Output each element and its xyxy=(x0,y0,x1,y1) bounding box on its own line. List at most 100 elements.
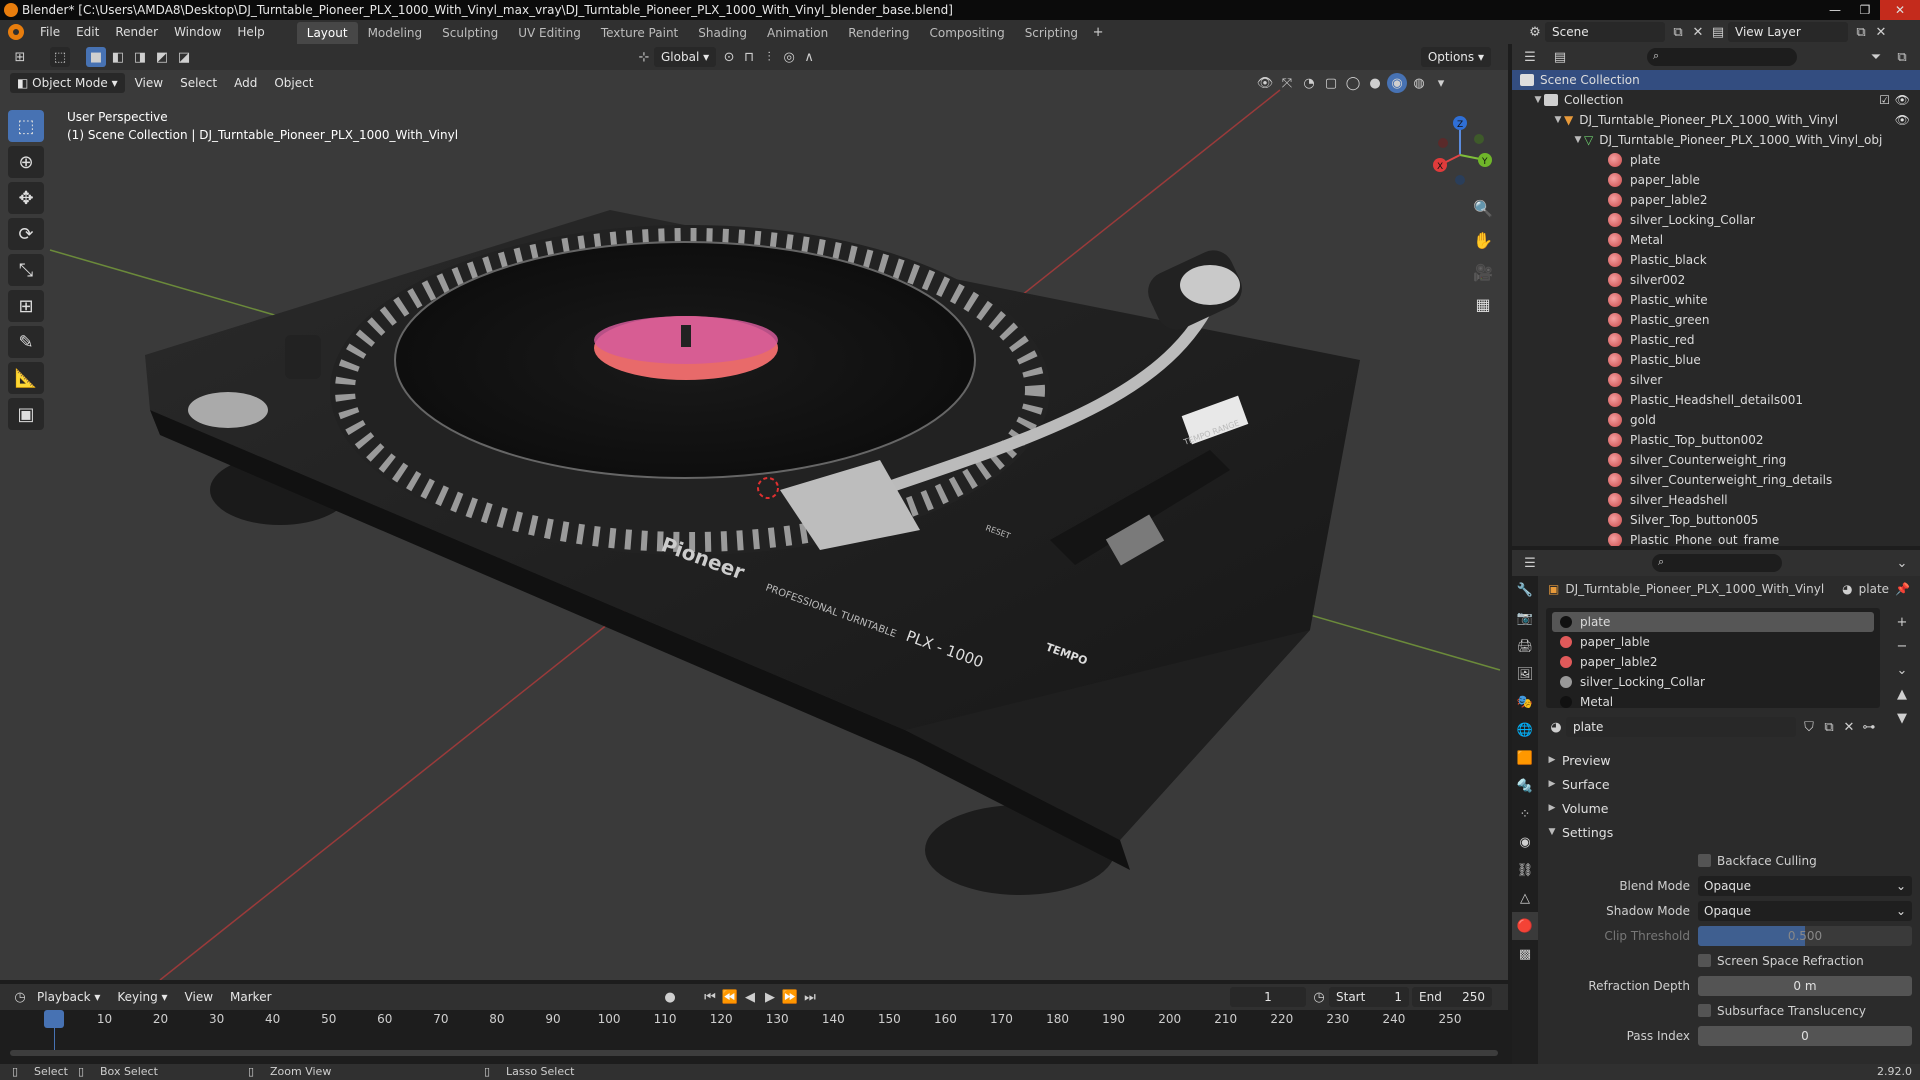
backface-culling-row[interactable]: Backface Culling xyxy=(1538,848,1920,873)
properties-editor-icon[interactable]: ☰ xyxy=(1520,553,1540,573)
outliner-material-item[interactable]: Silver_Top_button005 xyxy=(1512,510,1920,530)
remove-slot-icon[interactable]: − xyxy=(1892,636,1912,656)
object-tab-icon[interactable]: 🟧 xyxy=(1512,744,1538,772)
outliner-material-item[interactable]: silver002 xyxy=(1512,270,1920,290)
expand-icon[interactable]: ▼ xyxy=(1532,95,1544,105)
scene-selector[interactable]: Scene xyxy=(1545,22,1665,42)
material-slot-item[interactable]: silver_Locking_Collar xyxy=(1552,672,1874,692)
select-new-icon[interactable]: ■ xyxy=(86,47,106,67)
outliner-material-item[interactable]: paper_lable xyxy=(1512,170,1920,190)
gizmo-icon[interactable]: ⤧ xyxy=(1277,73,1297,93)
eye-icon[interactable]: 👁 xyxy=(1895,113,1910,127)
add-workspace-icon[interactable]: + xyxy=(1088,22,1108,42)
outliner-material-item[interactable]: silver_Counterweight_ring xyxy=(1512,450,1920,470)
play-reverse-icon[interactable]: ◀ xyxy=(740,987,760,1007)
backface-culling-checkbox[interactable] xyxy=(1698,854,1711,867)
unlink-material-icon[interactable]: ✕ xyxy=(1839,717,1859,737)
material-shading-icon[interactable]: ◉ xyxy=(1387,73,1407,93)
jump-start-icon[interactable]: ⏮ xyxy=(700,987,720,1007)
camera-icon[interactable]: 🎥 xyxy=(1470,259,1496,285)
outliner-material-item[interactable]: Plastic_black xyxy=(1512,250,1920,270)
outliner-scene-collection[interactable]: Scene Collection xyxy=(1512,70,1920,90)
material-name-field[interactable]: plate xyxy=(1566,717,1796,737)
snap-icon[interactable]: ⊓ xyxy=(739,47,759,67)
properties-search-input[interactable]: ⌕ xyxy=(1652,554,1782,572)
duplicate-material-icon[interactable]: ⧉ xyxy=(1819,717,1839,737)
material-tab-icon[interactable]: 🔴 xyxy=(1512,912,1538,940)
checkbox-icon[interactable]: ☑ xyxy=(1879,93,1890,107)
outliner-material-item[interactable]: Plastic_Headshell_details001 xyxy=(1512,390,1920,410)
overlay-icon[interactable]: ◔ xyxy=(1299,73,1319,93)
timeline-editor-icon[interactable]: ◷ xyxy=(10,987,30,1007)
marker-menu[interactable]: Marker xyxy=(223,987,278,1007)
solid-shading-icon[interactable]: ● xyxy=(1365,73,1385,93)
tab-modeling[interactable]: Modeling xyxy=(358,22,433,44)
select-menu[interactable]: Select xyxy=(173,73,224,93)
rotate-tool[interactable]: ⟳ xyxy=(8,218,44,250)
timeline-area[interactable]: 1102030405060708090100110120130140150160… xyxy=(0,1010,1508,1064)
outliner-material-item[interactable]: Plastic_white xyxy=(1512,290,1920,310)
tab-layout[interactable]: Layout xyxy=(296,22,358,44)
tab-shading[interactable]: Shading xyxy=(688,22,757,44)
scale-tool[interactable]: ⤡ xyxy=(8,254,44,286)
view-menu[interactable]: View xyxy=(128,73,170,93)
material-slot-item[interactable]: paper_lable xyxy=(1552,632,1874,652)
sss-checkbox[interactable] xyxy=(1698,1004,1711,1017)
texture-tab-icon[interactable]: ▩ xyxy=(1512,940,1538,968)
blend-mode-dropdown[interactable]: Opaque ⌄ xyxy=(1698,875,1912,896)
select-extend-icon[interactable]: ◧ xyxy=(108,47,128,67)
chevron-down-icon[interactable]: ⌄ xyxy=(1892,553,1912,573)
rendered-shading-icon[interactable]: ◍ xyxy=(1409,73,1429,93)
modifier-tab-icon[interactable]: 🔩 xyxy=(1512,772,1538,800)
transform-tool[interactable]: ⊞ xyxy=(8,290,44,322)
new-collection-icon[interactable]: ⧉ xyxy=(1892,47,1912,67)
eye-icon[interactable]: 👁 xyxy=(1895,93,1910,107)
wireframe-shading-icon[interactable]: ◯ xyxy=(1343,73,1363,93)
expand-icon[interactable]: ▼ xyxy=(1552,115,1564,125)
pin-icon[interactable]: 📌 xyxy=(1895,582,1910,596)
timeline-view-menu[interactable]: View xyxy=(178,987,220,1007)
expand-icon[interactable]: ▼ xyxy=(1572,135,1584,145)
refraction-depth-field[interactable]: 0 m xyxy=(1698,975,1912,996)
cursor-tool[interactable]: ⊕ xyxy=(8,146,44,178)
tab-compositing[interactable]: Compositing xyxy=(919,22,1014,44)
move-up-icon[interactable]: ▲ xyxy=(1892,684,1912,704)
delete-view-layer-icon[interactable]: ✕ xyxy=(1871,22,1891,42)
visibility-icon[interactable]: 👁 xyxy=(1255,73,1275,93)
material-slot-item[interactable]: Metal xyxy=(1552,692,1874,712)
shadow-mode-dropdown[interactable]: Opaque ⌄ xyxy=(1698,900,1912,921)
output-tab-icon[interactable]: 🖨 xyxy=(1512,632,1538,660)
tab-animation[interactable]: Animation xyxy=(757,22,838,44)
ssr-checkbox[interactable] xyxy=(1698,954,1711,967)
outliner-material-item[interactable]: silver xyxy=(1512,370,1920,390)
current-frame-field[interactable]: 1 xyxy=(1230,987,1306,1007)
3d-viewport[interactable]: Pioneer PROFESSIONAL TURNTABLE PLX - 100… xyxy=(0,70,1508,980)
prev-keyframe-icon[interactable]: ⏪ xyxy=(720,987,740,1007)
panel-settings[interactable]: ▼ Settings xyxy=(1538,820,1920,844)
next-keyframe-icon[interactable]: ⏩ xyxy=(780,987,800,1007)
blender-logo-icon[interactable] xyxy=(8,24,24,40)
record-icon[interactable]: ● xyxy=(660,987,680,1007)
display-mode-icon[interactable]: ▤ xyxy=(1550,47,1570,67)
editor-type-icon[interactable]: ⊞ xyxy=(10,47,30,67)
timeline-scrollbar[interactable] xyxy=(10,1050,1498,1056)
pass-index-field[interactable]: 0 xyxy=(1698,1025,1912,1046)
browse-material-icon[interactable]: ◕ xyxy=(1546,717,1566,737)
panel-preview[interactable]: ▶ Preview xyxy=(1538,748,1920,772)
add-menu[interactable]: Add xyxy=(227,73,264,93)
sss-row[interactable]: Subsurface Translucency xyxy=(1538,998,1920,1023)
outliner-material-item[interactable]: paper_lable2 xyxy=(1512,190,1920,210)
outliner-material-item[interactable]: Plastic_red xyxy=(1512,330,1920,350)
data-tab-icon[interactable]: △ xyxy=(1512,884,1538,912)
outliner-material-item[interactable]: silver_Headshell xyxy=(1512,490,1920,510)
tab-rendering[interactable]: Rendering xyxy=(838,22,919,44)
material-slot-item[interactable]: plate xyxy=(1552,612,1874,632)
outliner-material-item[interactable]: Plastic_green xyxy=(1512,310,1920,330)
falloff-icon[interactable]: ∧ xyxy=(799,47,819,67)
physics-tab-icon[interactable]: ◉ xyxy=(1512,828,1538,856)
particles-tab-icon[interactable]: ⁘ xyxy=(1512,800,1538,828)
select-tool-icon[interactable]: ⬚ xyxy=(50,47,70,67)
navigation-gizmo[interactable]: Z Y X xyxy=(1425,115,1495,185)
transform-orientation-dropdown[interactable]: Global ▾ xyxy=(654,47,717,67)
outliner-material-item[interactable]: Metal xyxy=(1512,230,1920,250)
